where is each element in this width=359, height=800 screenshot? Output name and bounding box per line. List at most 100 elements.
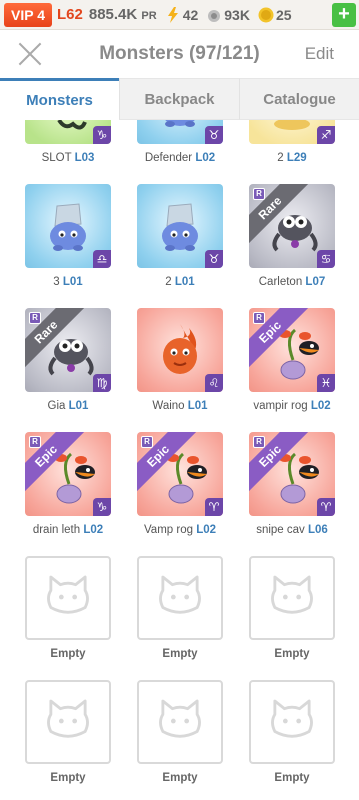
vip-badge[interactable]: VIP 4 (4, 2, 52, 27)
energy-value: 42 (182, 6, 199, 23)
monster-level: L01 (62, 276, 83, 288)
empty-slot-tile[interactable] (137, 680, 223, 764)
empty-slot-icon (47, 699, 89, 738)
food-stat[interactable]: 93K (206, 7, 250, 23)
monster-grid: ♑ SLOT L03 ♉ Defender L02 ♐ 2 L29 ♎ 3 L01 ♉ 2 L01… (0, 120, 359, 800)
monster-level: L02 (195, 152, 216, 164)
monster-card[interactable]: ♑ SLOT L03 (25, 120, 111, 164)
monster-label: SLOT L03 (25, 152, 111, 164)
monster-tile[interactable]: ♌ (137, 308, 223, 392)
monster-name: 2 (165, 276, 175, 288)
monster-tile[interactable]: R Rare ♋ (249, 184, 335, 268)
monster-label: Waino L01 (137, 400, 223, 412)
food-icon (208, 9, 221, 22)
monster-name: Defender (144, 152, 196, 164)
empty-slot-tile[interactable] (137, 556, 223, 640)
zodiac-icon: ♈ (317, 498, 335, 516)
empty-slot-icon (47, 575, 89, 614)
empty-slot[interactable]: Empty (25, 680, 111, 784)
monster-card[interactable]: ♉ Defender L02 (137, 120, 223, 164)
empty-slot-tile[interactable] (249, 556, 335, 640)
coins-value: 25 (275, 6, 292, 23)
monster-tile[interactable]: R Epic ♑ (25, 432, 111, 516)
monster-card[interactable]: R Epic ♈ Vamp rog L02 (137, 432, 223, 536)
monster-tile[interactable]: ♉ (137, 184, 223, 268)
monster-level: L01 (174, 276, 195, 288)
empty-slot[interactable]: Empty (249, 680, 335, 784)
header: Monsters (97/121) Edit (0, 30, 359, 78)
monster-name: vampir rog (253, 400, 311, 412)
empty-slot[interactable]: Empty (137, 556, 223, 660)
monster-level: L01 (187, 400, 208, 412)
edit-button[interactable]: Edit (305, 44, 334, 64)
monster-tile[interactable]: R Rare ♍ (25, 308, 111, 392)
monster-card[interactable]: ♐ 2 L29 (249, 120, 335, 164)
zodiac-icon: ♋ (317, 250, 335, 268)
monster-name: drain leth (32, 524, 84, 536)
energy-stat[interactable]: 42 (165, 6, 199, 23)
monster-card[interactable]: ♉ 2 L01 (137, 184, 223, 288)
rarity-icon: R (141, 436, 153, 448)
tab-backpack[interactable]: Backpack (119, 78, 239, 120)
monster-level: L29 (286, 152, 307, 164)
empty-slot[interactable]: Empty (25, 556, 111, 660)
monster-level: L03 (74, 152, 95, 164)
coins-stat[interactable]: 25 (258, 7, 292, 23)
empty-slot-label: Empty (162, 648, 198, 660)
monster-tile[interactable]: ♐ (249, 120, 335, 144)
monster-tile[interactable]: R Epic ♈ (249, 432, 335, 516)
monster-card[interactable]: R Epic ♑ drain leth L02 (25, 432, 111, 536)
monster-tile[interactable]: ♉ (137, 120, 223, 144)
player-level: L62 (57, 6, 83, 23)
monster-name: Waino (152, 400, 188, 412)
add-coins-button[interactable]: + (332, 3, 356, 27)
monster-card[interactable]: R Epic ♓ vampir rog L02 (249, 308, 335, 412)
tab-monsters[interactable]: Monsters (0, 78, 119, 120)
monster-tile[interactable]: R Epic ♈ (137, 432, 223, 516)
monster-label: Gia L01 (25, 400, 111, 412)
monster-tile[interactable]: ♑ (25, 120, 111, 144)
tab-bar: Monsters Backpack Catalogue (0, 78, 359, 120)
monster-label: 3 L01 (25, 276, 111, 288)
empty-slot[interactable]: Empty (137, 680, 223, 784)
empty-slot-tile[interactable] (25, 556, 111, 640)
rarity-icon: R (29, 312, 41, 324)
empty-slot-label: Empty (50, 648, 86, 660)
monster-label: snipe cav L06 (249, 524, 335, 536)
monster-card[interactable]: ♎ 3 L01 (25, 184, 111, 288)
monster-level: L01 (68, 400, 89, 412)
monster-label: 2 L29 (249, 152, 335, 164)
monster-label: Carleton L07 (249, 276, 335, 288)
monster-level: L06 (307, 524, 328, 536)
zodiac-icon: ♓ (317, 374, 335, 392)
monster-card[interactable]: R Rare ♋ Carleton L07 (249, 184, 335, 288)
empty-slot-tile[interactable] (249, 680, 335, 764)
coin-icon (258, 7, 274, 22)
empty-slot-tile[interactable] (25, 680, 111, 764)
monster-card[interactable]: ♌ Waino L01 (137, 308, 223, 412)
zodiac-icon: ♑ (93, 498, 111, 516)
monster-tile[interactable]: ♎ (25, 184, 111, 268)
monster-tile[interactable]: R Epic ♓ (249, 308, 335, 392)
zodiac-icon: ♐ (317, 126, 335, 144)
rarity-icon: R (29, 436, 41, 448)
power-rating: 885.4K PR (89, 6, 157, 23)
zodiac-icon: ♉ (205, 250, 223, 268)
empty-slot-icon (159, 699, 201, 738)
empty-slot[interactable]: Empty (249, 556, 335, 660)
monster-level: L02 (83, 524, 104, 536)
monster-card[interactable]: R Epic ♈ snipe cav L06 (249, 432, 335, 536)
lightning-icon (167, 6, 178, 23)
food-value: 93K (224, 6, 250, 23)
empty-slot-label: Empty (274, 772, 310, 784)
monster-name: Gia (47, 400, 69, 412)
monster-label: drain leth L02 (25, 524, 111, 536)
monster-name: snipe cav (256, 524, 308, 536)
tab-catalogue[interactable]: Catalogue (239, 78, 359, 120)
monster-label: 2 L01 (137, 276, 223, 288)
empty-slot-icon (271, 699, 313, 738)
monster-card[interactable]: R Rare ♍ Gia L01 (25, 308, 111, 412)
empty-slot-label: Empty (50, 772, 86, 784)
zodiac-icon: ♉ (205, 126, 223, 144)
monster-name: 2 (277, 152, 287, 164)
